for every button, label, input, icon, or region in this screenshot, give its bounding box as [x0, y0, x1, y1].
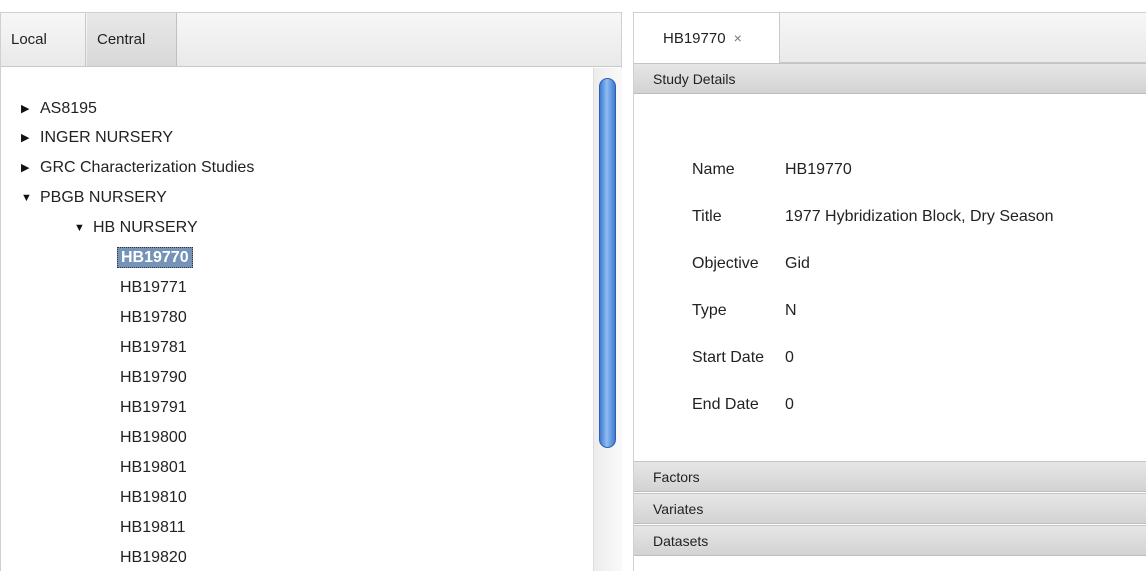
- tree-leaf[interactable]: HB19801: [117, 453, 190, 483]
- tree-leaf[interactable]: HB19820: [117, 543, 190, 571]
- detail-row-title: Title 1977 Hybridization Block, Dry Seaso…: [692, 205, 1054, 229]
- detail-value: N: [785, 302, 797, 319]
- triangle-right-icon[interactable]: ▶: [21, 94, 37, 124]
- detail-key: Start Date: [692, 349, 765, 366]
- detail-value: 0: [785, 396, 794, 413]
- tab-local[interactable]: Local: [1, 13, 86, 66]
- tree-node-as8195[interactable]: ▶ AS8195: [21, 94, 100, 124]
- study-detail-pane: HB19770 × Study Details Name HB19770 Title…: [633, 12, 1146, 571]
- tree-node-hb-nursery[interactable]: ▼ HB NURSERY: [74, 213, 201, 243]
- tree-leaf[interactable]: HB19800: [117, 423, 190, 453]
- tab-central[interactable]: Central: [87, 13, 177, 66]
- tree-leaf-label: HB19790: [120, 369, 187, 386]
- close-icon[interactable]: ×: [734, 30, 742, 46]
- tree-leaf[interactable]: HB19780: [117, 303, 190, 333]
- tree-node-inger-nursery[interactable]: ▶ INGER NURSERY: [21, 123, 176, 153]
- study-tree: ▶ AS8195 ▶ INGER NURSERY ▶ GRC Characteriza…: [1, 68, 593, 571]
- tree-leaf[interactable]: HB19791: [117, 393, 190, 423]
- detail-key: Name: [692, 161, 735, 178]
- tree-leaf-label: HB19780: [120, 309, 187, 326]
- tree-leaf-label: HB19810: [120, 489, 187, 506]
- left-tab-bar: Local Central: [1, 13, 621, 67]
- tree-leaf-label: HB19791: [120, 399, 187, 416]
- detail-value: 0: [785, 349, 794, 366]
- detail-row-objective: Objective Gid: [692, 252, 810, 276]
- section-factors[interactable]: Factors: [634, 461, 1146, 492]
- triangle-right-icon[interactable]: ▶: [21, 153, 37, 183]
- section-study-details[interactable]: Study Details: [634, 63, 1146, 94]
- triangle-down-icon[interactable]: ▼: [21, 183, 37, 213]
- detail-row-end-date: End Date 0: [692, 393, 794, 417]
- tree-leaf-selected[interactable]: HB19770: [117, 243, 193, 273]
- tree-leaf-label: HB19820: [120, 549, 187, 566]
- tree-node-label: GRC Characterization Studies: [40, 159, 255, 176]
- tree-leaf[interactable]: HB19771: [117, 273, 190, 303]
- study-details-body: Name HB19770 Title 1977 Hybridization Bloc…: [634, 94, 1146, 462]
- detail-key: End Date: [692, 396, 759, 413]
- tree-leaf[interactable]: HB19790: [117, 363, 190, 393]
- tree-node-grc-characterization[interactable]: ▶ GRC Characterization Studies: [21, 153, 257, 183]
- tab-study[interactable]: HB19770 ×: [634, 13, 780, 63]
- triangle-down-icon[interactable]: ▼: [74, 213, 90, 243]
- detail-value: Gid: [785, 255, 810, 272]
- tree-node-label: AS8195: [40, 100, 97, 117]
- triangle-right-icon[interactable]: ▶: [21, 123, 37, 153]
- section-variates[interactable]: Variates: [634, 493, 1146, 524]
- tree-leaf[interactable]: HB19781: [117, 333, 190, 363]
- tree-scrollbar[interactable]: [593, 68, 622, 571]
- scrollbar-thumb[interactable]: [599, 78, 616, 448]
- tree-leaf-label: HB19781: [120, 339, 187, 356]
- detail-value: HB19770: [785, 161, 852, 178]
- detail-value: 1977 Hybridization Block, Dry Season: [785, 208, 1054, 225]
- detail-key: Type: [692, 302, 727, 319]
- tree-node-label: HB NURSERY: [93, 219, 198, 236]
- detail-row-name: Name HB19770: [692, 158, 852, 182]
- tab-study-label: HB19770: [663, 30, 726, 47]
- tree-leaf-label: HB19811: [120, 519, 186, 536]
- study-browser-pane: Local Central ▶ AS8195 ▶ INGER NURSERY ▶ GR…: [0, 12, 622, 571]
- tree-node-label: PBGB NURSERY: [40, 189, 167, 206]
- tree-leaf-label: HB19800: [120, 429, 187, 446]
- detail-key: Objective: [692, 255, 759, 272]
- tree-leaf-label: HB19801: [120, 459, 187, 476]
- detail-row-type: Type N: [692, 299, 797, 323]
- section-datasets[interactable]: Datasets: [634, 525, 1146, 556]
- tree-leaf-label: HB19770: [117, 247, 193, 268]
- tree-node-pbgb-nursery[interactable]: ▼ PBGB NURSERY: [21, 183, 170, 213]
- tree-leaf-label: HB19771: [120, 279, 187, 296]
- detail-tab-bar: HB19770 ×: [634, 13, 1146, 63]
- detail-key: Title: [692, 208, 722, 225]
- tree-leaf[interactable]: HB19811: [117, 513, 189, 543]
- detail-row-start-date: Start Date 0: [692, 346, 794, 370]
- tree-leaf[interactable]: HB19810: [117, 483, 190, 513]
- tree-node-label: INGER NURSERY: [40, 129, 174, 146]
